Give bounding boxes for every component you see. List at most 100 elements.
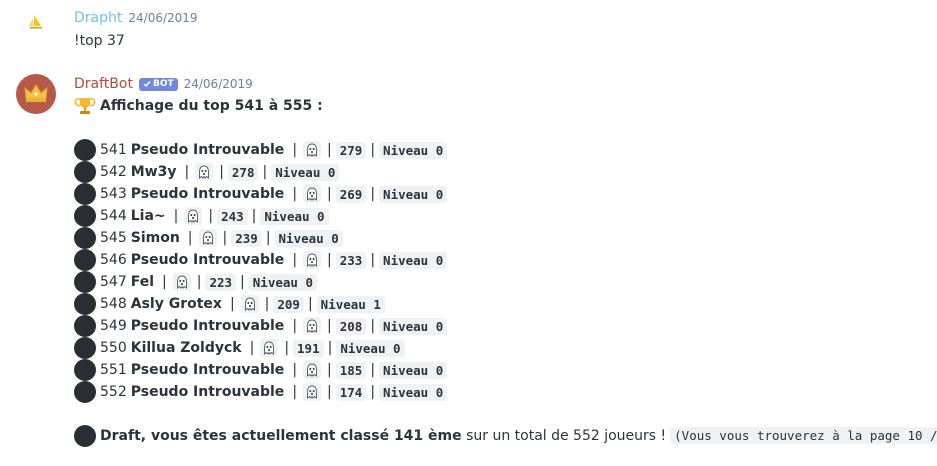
row-player-name: Asly Grotex — [130, 296, 222, 312]
separator: | — [265, 230, 271, 246]
message-header: DraftBot BOT 24/06/2019 — [74, 74, 253, 94]
separator: | — [262, 164, 268, 180]
separator: | — [208, 208, 214, 224]
row-player-name: Fel — [130, 274, 155, 290]
row-rank: 548 — [100, 296, 127, 312]
ghost-icon — [303, 383, 322, 401]
black-circle-icon — [74, 183, 96, 205]
ghost-icon — [303, 317, 322, 335]
row-level: Niveau 0 — [336, 339, 405, 357]
black-circle-icon — [74, 227, 96, 249]
row-player-name: Pseudo Introuvable — [130, 252, 285, 268]
footer-page-code: (Vous vous trouverez à la page 10 / 37) — [670, 427, 937, 444]
separator: | — [240, 274, 245, 290]
separator: | — [370, 186, 376, 202]
leaderboard-row: 543 Pseudo Introuvable | | 269 | Niveau 0 — [74, 183, 937, 205]
separator: | — [327, 318, 332, 334]
ghost-icon — [303, 141, 322, 159]
row-level: Niveau 0 — [379, 317, 448, 335]
row-rank: 544 — [100, 208, 127, 224]
separator: | — [370, 362, 376, 378]
row-score: 223 — [205, 273, 237, 291]
row-level: Niveau 0 — [379, 383, 448, 401]
separator: | — [292, 142, 298, 158]
row-rank: 545 — [100, 230, 127, 246]
row-level: Niveau 0 — [271, 163, 340, 181]
leaderboard-row: 548 Asly Grotex | | 209 | Niveau 1 — [74, 293, 937, 315]
row-score: 269 — [335, 185, 367, 203]
row-player-name: Lia~ — [130, 208, 166, 224]
leaderboard-row: 542 Mw3y | | 278 | Niveau 0 — [74, 161, 937, 183]
black-circle-icon — [74, 337, 96, 359]
leaderboard-row: 552 Pseudo Introuvable | | 174 | Niveau 0 — [74, 381, 937, 403]
separator: | — [327, 384, 332, 400]
username[interactable]: DraftBot — [74, 76, 133, 92]
user-avatar-drapht[interactable] — [16, 2, 56, 42]
username[interactable]: Drapht — [74, 10, 122, 26]
message-content: !top 37 — [74, 33, 125, 49]
ghost-icon — [198, 229, 217, 247]
row-level: Niveau 0 — [248, 273, 317, 291]
ghost-icon — [172, 273, 191, 291]
leaderboard-row: 545 Simon | | 239 | Niveau 0 — [74, 227, 937, 249]
leaderboard-list: 541 Pseudo Introuvable | | 279 | Niveau 0 542 Mw… — [74, 139, 937, 403]
leaderboard-row: 547 Fel | | 223 | Niveau 0 — [74, 271, 937, 293]
ghost-icon — [303, 361, 322, 379]
separator: | — [292, 384, 298, 400]
separator: | — [173, 208, 179, 224]
separator: | — [370, 318, 376, 334]
row-rank: 549 — [100, 318, 127, 334]
row-score: 174 — [335, 383, 367, 401]
separator: | — [307, 296, 313, 312]
separator: | — [162, 274, 167, 290]
ghost-icon — [260, 339, 279, 357]
separator: | — [187, 230, 193, 246]
row-rank: 541 — [100, 142, 127, 158]
leaderboard-footer: Draft, vous êtes actuellement classé 141… — [74, 425, 937, 447]
black-circle-icon — [74, 425, 96, 447]
footer-rank-text: Draft, vous êtes actuellement classé 141… — [100, 428, 462, 444]
row-player-name: Mw3y — [130, 164, 177, 180]
row-score: 278 — [227, 163, 259, 181]
row-score: 279 — [335, 141, 367, 159]
black-circle-icon — [74, 271, 96, 293]
separator: | — [292, 252, 298, 268]
separator: | — [370, 384, 376, 400]
separator: | — [196, 274, 202, 290]
row-score: 208 — [335, 317, 367, 335]
separator: | — [370, 252, 376, 268]
separator: | — [327, 186, 332, 202]
ghost-icon — [303, 185, 322, 203]
separator: | — [249, 340, 255, 356]
row-player-name: Pseudo Introuvable — [130, 362, 285, 378]
separator: | — [184, 164, 190, 180]
separator: | — [222, 230, 228, 246]
leaderboard-row: 546 Pseudo Introuvable | | 233 | Niveau 0 — [74, 249, 937, 271]
separator: | — [327, 340, 333, 356]
row-rank: 543 — [100, 186, 127, 202]
leaderboard-title-text: Affichage du top 541 à 555 : — [100, 98, 323, 114]
row-level: Niveau 0 — [274, 229, 343, 247]
row-level: Niveau 0 — [260, 207, 329, 225]
row-player-name: Pseudo Introuvable — [130, 384, 285, 400]
trophy-icon — [74, 98, 96, 114]
row-player-name: Simon — [130, 230, 180, 246]
ghost-icon — [195, 163, 214, 181]
bot-avatar[interactable] — [16, 74, 56, 114]
separator: | — [251, 208, 257, 224]
bot-badge-label: BOT — [152, 79, 174, 89]
footer-total-text: sur un total de 552 joueurs ! — [461, 428, 667, 444]
timestamp: 24/06/2019 — [128, 11, 198, 25]
leaderboard-row: 549 Pseudo Introuvable | | 208 | Niveau 0 — [74, 315, 937, 337]
black-circle-icon — [74, 359, 96, 381]
row-level: Niveau 0 — [379, 141, 448, 159]
row-level: Niveau 0 — [379, 361, 448, 379]
separator: | — [284, 340, 290, 356]
timestamp: 24/06/2019 — [183, 77, 253, 91]
bot-badge: BOT — [138, 77, 178, 91]
row-rank: 547 — [100, 274, 127, 290]
separator: | — [264, 296, 270, 312]
separator: | — [370, 142, 376, 158]
